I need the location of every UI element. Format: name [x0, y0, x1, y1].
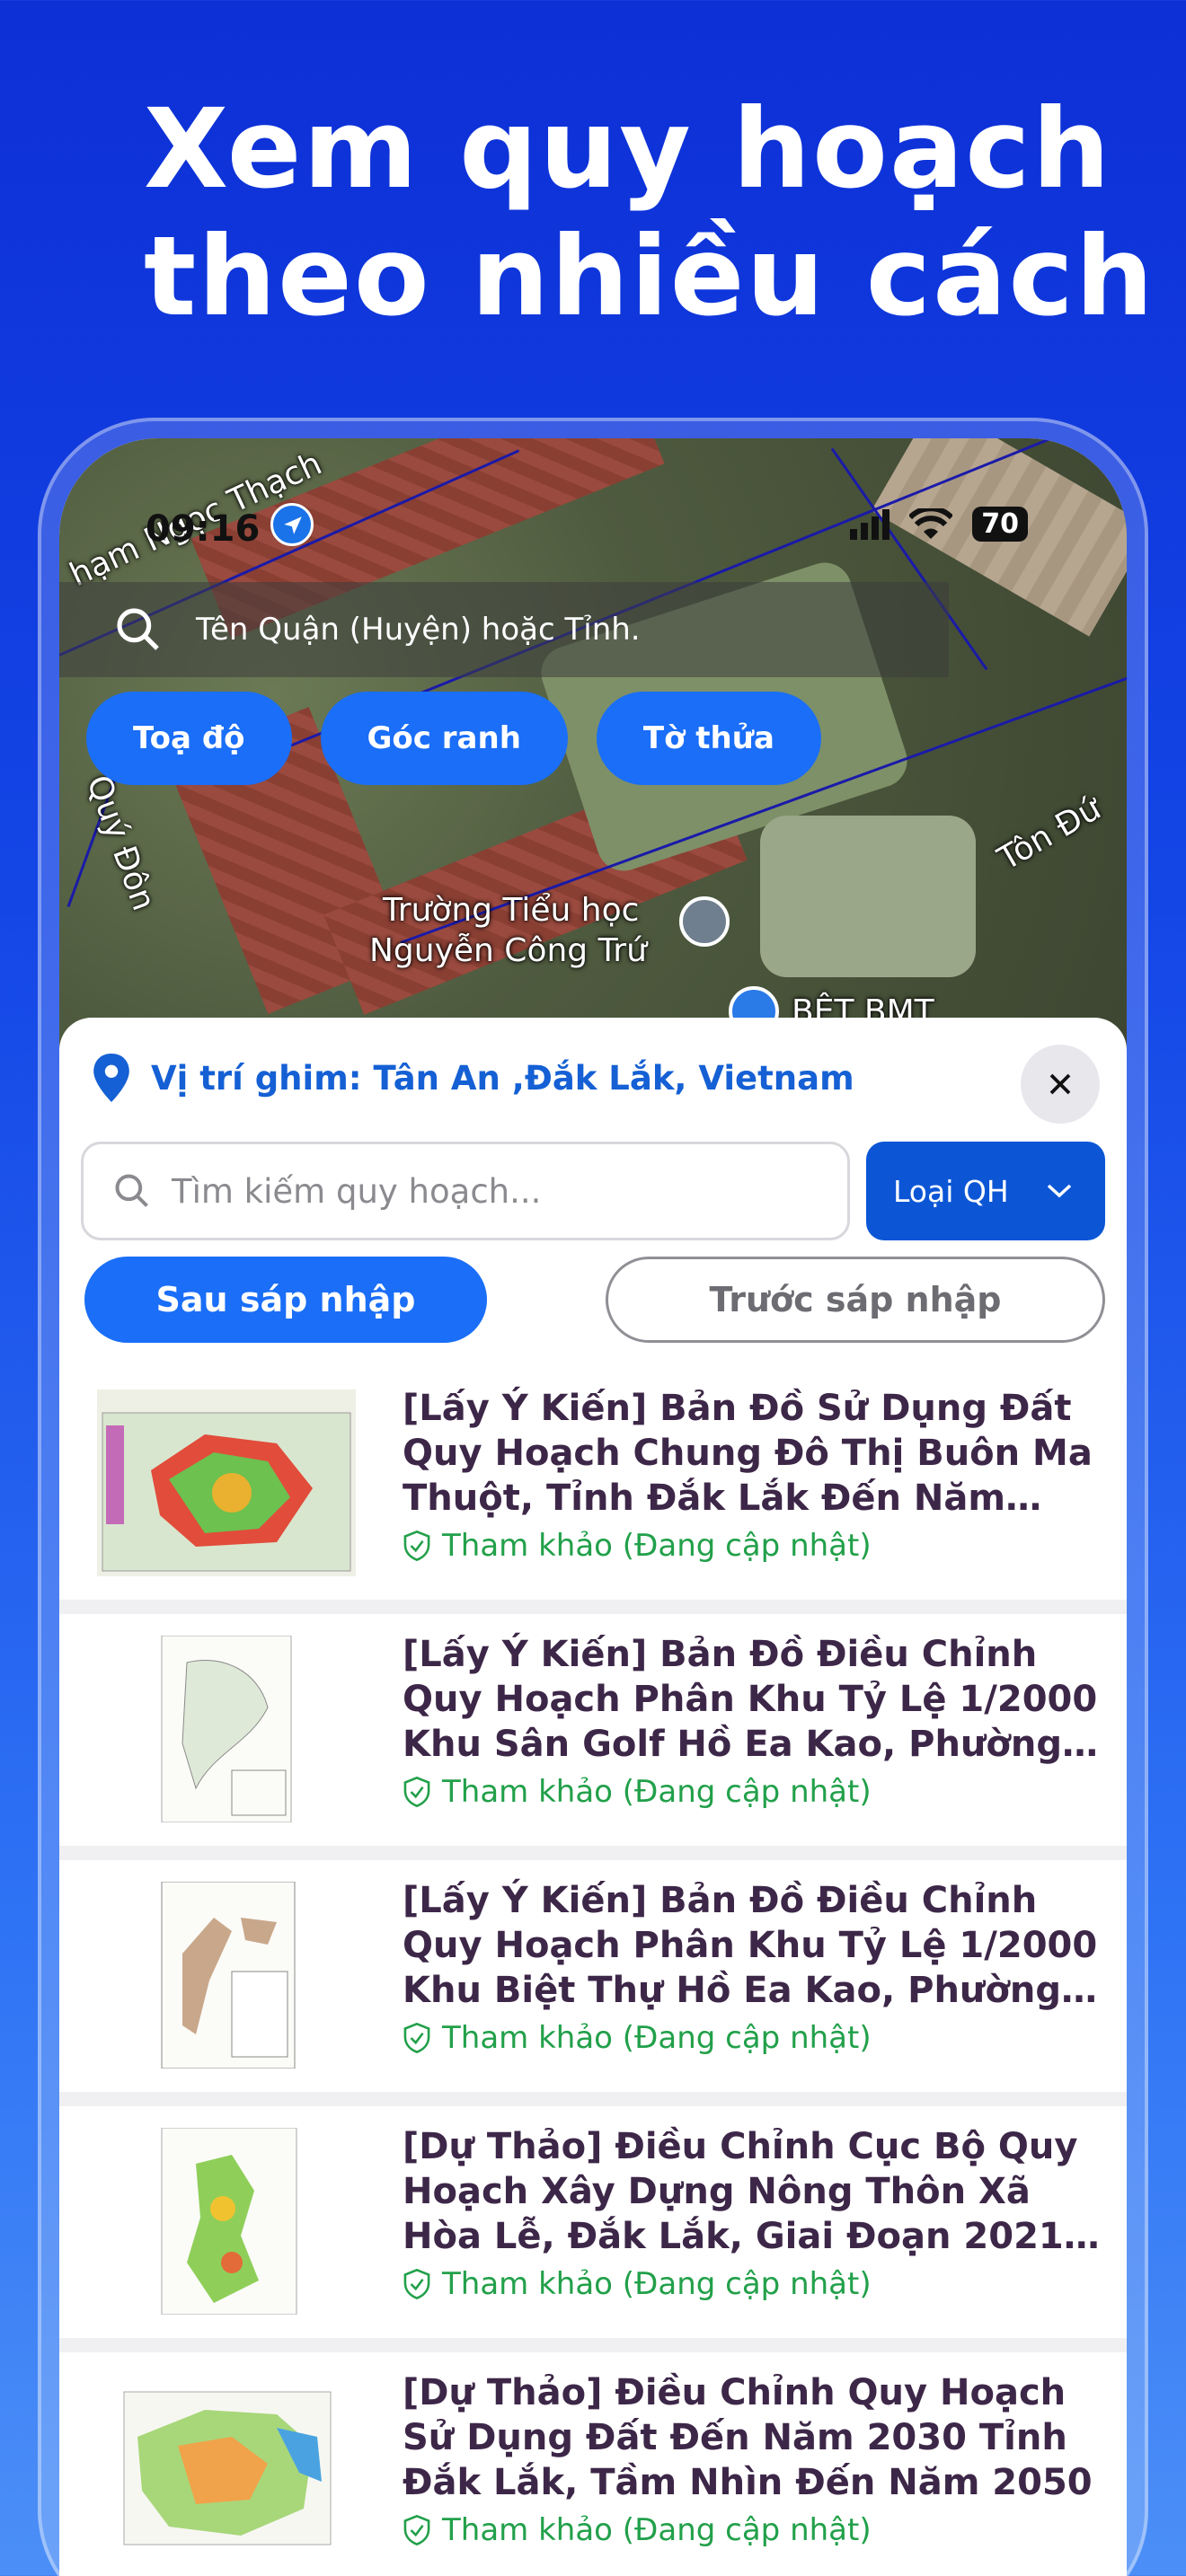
status-icons: 70: [850, 507, 1028, 542]
list-item[interactable]: [Lấy Ý Kiến] Bản Đồ Sử Dụng Đất Quy Hoạc…: [59, 1368, 1127, 1600]
plan-title: [Lấy Ý Kiến] Bản Đồ Điều Chỉnh Quy Hoạch…: [403, 1634, 1098, 1765]
plan-status: Tham khảo (Đang cập nhật): [403, 1774, 872, 1810]
street-label: Tôn Đứ: [992, 790, 1108, 878]
chip-corner-boundary[interactable]: Góc ranh: [320, 692, 568, 785]
search-icon: [115, 1174, 148, 1207]
plan-status-text: Tham khảo (Đang cập nhật): [442, 2266, 872, 2302]
tab-before-merger[interactable]: Trước sáp nhập: [606, 1257, 1105, 1343]
shield-check-icon: [403, 2023, 430, 2053]
wifi-icon: [909, 507, 953, 539]
plan-title: [Dự Thảo] Điều Chỉnh Cục Bộ Quy Hoạch Xâ…: [403, 2126, 1079, 2257]
phone-screen: hạm Ngọc Thạch Quý Đôn Tôn Đứ Trường Tiể…: [59, 438, 1127, 2576]
area-search-placeholder: Tên Quận (Huyện) hoặc Tỉnh.: [196, 612, 641, 648]
map-pin-icon: [93, 1054, 129, 1102]
headline: Xem quy hoạch theo nhiều cách: [144, 85, 1155, 340]
headline-line-2: theo nhiều cách: [144, 213, 1155, 340]
tab-after-merger[interactable]: Sau sáp nhập: [84, 1257, 487, 1343]
plan-map-thumbnail: [123, 2391, 332, 2545]
map-view[interactable]: hạm Ngọc Thạch Quý Đôn Tôn Đứ Trường Tiể…: [59, 438, 1127, 1067]
chip-parcel-sheet[interactable]: Tờ thửa: [596, 692, 821, 785]
list-item[interactable]: [Lấy Ý Kiến] Bản Đồ Điều Chỉnh Quy Hoạch…: [59, 1860, 1127, 2092]
chip-coordinates[interactable]: Toạ độ: [86, 692, 292, 785]
shield-check-icon: [403, 1777, 430, 1807]
plan-status-text: Tham khảo (Đang cập nhật): [442, 1774, 872, 1810]
list-item[interactable]: [Dự Thảo] Điều Chỉnh Cục Bộ Quy Hoạch Xâ…: [59, 2106, 1127, 2338]
plan-status-text: Tham khảo (Đang cập nhật): [442, 2512, 872, 2548]
poi-label-school: Nguyễn Công Trứ: [369, 932, 647, 969]
location-arrow-icon: [270, 503, 314, 546]
plan-status: Tham khảo (Đang cập nhật): [403, 1528, 872, 1564]
shield-check-icon: [403, 1531, 430, 1561]
pinned-location-text: Vị trí ghim: Tân An ,Đắk Lắk, Vietnam: [151, 1058, 854, 1098]
bottom-sheet: Vị trí ghim: Tân An ,Đắk Lắk, Vietnam Tì…: [59, 1018, 1127, 2576]
list-item[interactable]: [Dự Thảo] Điều Chỉnh Quy Hoạch Sử Dụng Đ…: [59, 2352, 1127, 2576]
plan-title: [Lấy Ý Kiến] Bản Đồ Điều Chỉnh Quy Hoạch…: [403, 1880, 1098, 2011]
plan-status-text: Tham khảo (Đang cập nhật): [442, 1528, 872, 1564]
headline-line-1: Xem quy hoạch: [144, 85, 1112, 213]
plan-title: [Dự Thảo] Điều Chỉnh Quy Hoạch Sử Dụng Đ…: [403, 2372, 1093, 2503]
plan-search-placeholder: Tìm kiếm quy hoạch...: [172, 1171, 542, 1211]
plan-status-text: Tham khảo (Đang cập nhật): [442, 2020, 872, 2056]
plan-map-thumbnail: [161, 1882, 296, 2069]
plan-title: [Lấy Ý Kiến] Bản Đồ Sử Dụng Đất Quy Hoạc…: [403, 1388, 1093, 1519]
plan-list: [Lấy Ý Kiến] Bản Đồ Sử Dụng Đất Quy Hoạc…: [59, 1368, 1127, 2576]
plan-type-label: Loại QH: [893, 1173, 1009, 1209]
search-icon: [117, 608, 159, 650]
plan-type-select[interactable]: Loại QH: [866, 1142, 1105, 1240]
area-search-bar[interactable]: Tên Quận (Huyện) hoặc Tỉnh.: [59, 582, 949, 677]
signal-icon: [850, 508, 890, 540]
plan-search-input[interactable]: Tìm kiếm quy hoạch...: [81, 1142, 850, 1240]
plan-map-thumbnail: [97, 1389, 356, 1576]
close-button[interactable]: [1021, 1045, 1100, 1124]
plan-map-thumbnail: [161, 2128, 297, 2315]
search-mode-chips: Toạ độ Góc ranh Tờ thửa: [86, 692, 821, 785]
plan-map-thumbnail: [161, 1636, 292, 1822]
plan-status: Tham khảo (Đang cập nhật): [403, 2512, 872, 2548]
close-icon: [1049, 1073, 1071, 1095]
poi-label-school: Trường Tiểu học: [383, 892, 640, 929]
status-time: 09:16: [146, 508, 261, 550]
school-icon[interactable]: [679, 896, 730, 947]
list-item[interactable]: [Lấy Ý Kiến] Bản Đồ Điều Chỉnh Quy Hoạch…: [59, 1614, 1127, 1846]
shield-check-icon: [403, 2269, 430, 2299]
pinned-location: Vị trí ghim: Tân An ,Đắk Lắk, Vietnam: [92, 1054, 854, 1102]
battery-indicator: 70: [972, 507, 1028, 542]
plan-status: Tham khảo (Đang cập nhật): [403, 2020, 872, 2056]
chevron-down-icon: [1047, 1184, 1072, 1198]
plan-status: Tham khảo (Đang cập nhật): [403, 2266, 872, 2302]
map-field: [760, 816, 976, 977]
shield-check-icon: [403, 2515, 430, 2545]
